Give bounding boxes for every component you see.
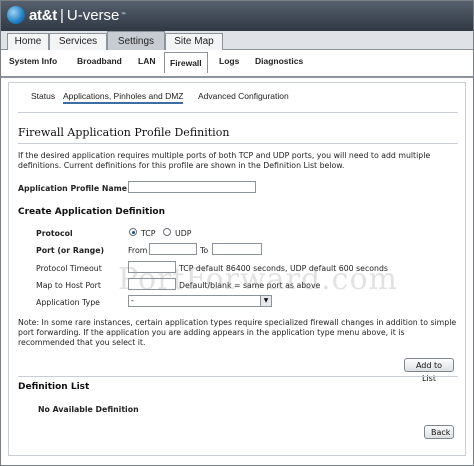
profile-name-label: Application Profile Name [18,184,128,193]
nav-status[interactable]: Status [31,91,55,101]
protocol-udp-label: UDP [175,229,192,238]
profile-name-input[interactable] [128,181,256,193]
main-tab-bar: Home Services Settings Site Map [1,31,473,51]
nav-advanced-configuration[interactable]: Advanced Configuration [198,91,289,101]
brand-header: at&t | U-verse ™ [1,1,473,31]
map-host-port-label: Map to Host Port [36,281,101,290]
trademark-mark: ™ [120,11,127,19]
subtab-firewall[interactable]: Firewall [164,52,208,73]
application-type-value: - [131,296,134,305]
protocol-tcp-radio[interactable] [129,228,137,236]
port-range-label: Port (or Range) [36,246,105,255]
tab-home[interactable]: Home [7,33,49,50]
divider [18,143,458,144]
application-type-select[interactable]: - ▼ [128,295,272,307]
brand-name: at&t [29,6,57,24]
definition-list-heading: Definition List [18,382,90,392]
subtab-system-info[interactable]: System Info [9,56,57,66]
divider [18,376,458,377]
page-title: Firewall Application Profile Definition [18,126,230,139]
add-to-list-button[interactable]: Add to List [404,358,454,383]
divider [18,112,458,113]
protocol-tcp-label: TCP [141,229,156,238]
definition-list-empty: No Available Definition [38,405,139,414]
create-definition-heading: Create Application Definition [18,207,166,217]
nav-applications-pinholes-dmz[interactable]: Applications, Pinholes and DMZ [63,91,184,104]
subtab-broadband[interactable]: Broadband [77,56,122,66]
subtab-lan[interactable]: LAN [138,56,155,66]
product-name: U-verse [66,6,120,24]
tab-services[interactable]: Services [49,33,107,50]
protocol-label: Protocol [36,229,73,238]
brand-separator: | [59,6,64,24]
subtab-logs[interactable]: Logs [219,56,239,66]
protocol-timeout-hint: TCP default 86400 seconds, UDP default 6… [179,264,388,273]
chevron-down-icon: ▼ [260,296,271,306]
port-to-input[interactable] [212,243,262,255]
att-logo: at&t | U-verse ™ [7,6,126,24]
port-from-label: From [128,246,148,255]
tab-site-map[interactable]: Site Map [165,33,223,50]
protocol-timeout-input[interactable] [128,261,176,273]
protocol-udp-radio[interactable] [163,228,171,236]
tab-settings[interactable]: Settings [107,31,165,51]
subtab-diagnostics[interactable]: Diagnostics [255,56,303,66]
intro-text: If the desired application requires mult… [18,151,431,170]
port-from-input[interactable] [149,243,197,255]
protocol-timeout-label: Protocol Timeout [36,264,102,273]
settings-sub-tab-bar: System Info Broadband LAN Firewall Logs … [1,50,473,78]
port-to-label: To [200,246,209,255]
map-host-port-hint: Default/blank = same port as above [179,281,321,290]
back-button[interactable]: Back [424,425,454,439]
application-type-label: Application Type [36,298,100,307]
map-host-port-input[interactable] [128,278,176,290]
globe-icon [7,6,25,24]
note-text: Note: In some rare instances, certain ap… [18,318,457,347]
